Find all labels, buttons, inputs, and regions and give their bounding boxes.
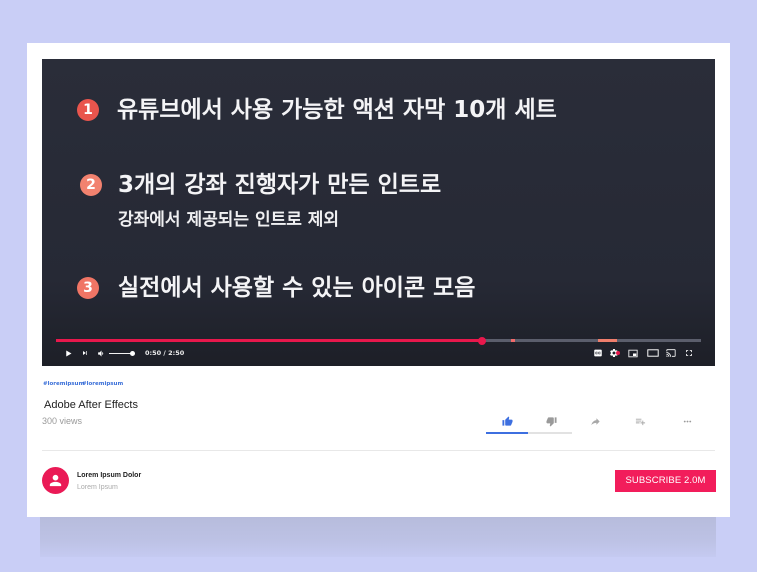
- progress-marker: [597, 339, 617, 342]
- card-shadow: [40, 517, 716, 557]
- cast-icon[interactable]: [666, 348, 676, 358]
- feature-text-2: 3개의 강좌 진행자가 만든 인트로: [118, 172, 442, 198]
- thumbs-up-icon[interactable]: [501, 415, 513, 427]
- progress-scrubber-handle[interactable]: [477, 336, 486, 345]
- hd-badge: [616, 351, 620, 355]
- hashtag-link[interactable]: #loremipsum: [43, 381, 84, 388]
- next-icon[interactable]: [81, 349, 89, 357]
- share-icon[interactable]: [590, 416, 601, 427]
- like-ratio-fill: [486, 432, 529, 434]
- person-icon: [49, 474, 62, 487]
- more-icon[interactable]: [682, 416, 693, 427]
- channel-name[interactable]: Lorem Ipsum Dolor: [77, 471, 141, 480]
- progress-bar-played: [56, 339, 482, 342]
- subscribe-button[interactable]: SUBSCRIBE 2.0M: [615, 470, 716, 492]
- volume-slider-handle[interactable]: [130, 350, 136, 356]
- like-ratio-bar: [486, 432, 572, 434]
- captions-icon[interactable]: [593, 348, 603, 358]
- playlist-add-icon[interactable]: [635, 416, 646, 427]
- progress-marker: [510, 339, 515, 342]
- progress-bar[interactable]: [56, 336, 701, 345]
- video-title: Adobe After Effects: [44, 399, 138, 411]
- feature-number-badge-2: 2: [80, 174, 102, 196]
- feature-number-badge-1: 1: [77, 99, 99, 121]
- volume-slider[interactable]: [109, 350, 136, 356]
- play-icon[interactable]: [64, 349, 73, 358]
- volume-icon[interactable]: [97, 349, 106, 358]
- volume-slider-level: [109, 352, 133, 354]
- feature-text-3: 실전에서 사용할 수 있는 아이콘 모음: [118, 275, 476, 301]
- thumbs-down-icon[interactable]: [545, 416, 557, 427]
- channel-subtitle: Lorem Ipsum: [77, 484, 118, 491]
- view-count: 300 views: [42, 416, 83, 426]
- time-display: 0:50 / 2:50: [145, 349, 185, 357]
- feature-number-badge-3: 3: [77, 277, 99, 299]
- video-player[interactable]: 1 유튜브에서 사용 가능한 액션 자막 10개 세트 2 3개의 강좌 진행자…: [42, 59, 715, 366]
- fullscreen-icon[interactable]: [684, 348, 694, 358]
- miniplayer-icon[interactable]: [628, 349, 638, 358]
- hashtag-link[interactable]: #loremipsum: [82, 381, 123, 388]
- channel-avatar[interactable]: [42, 467, 69, 494]
- theater-mode-icon[interactable]: [647, 349, 659, 357]
- divider: [42, 450, 715, 451]
- video-card: 1 유튜브에서 사용 가능한 액션 자막 10개 세트 2 3개의 강좌 진행자…: [27, 43, 730, 517]
- feature-subtext-2: 강좌에서 제공되는 인트로 제외: [118, 210, 340, 230]
- feature-text-1: 유튜브에서 사용 가능한 액션 자막 10개 세트: [117, 97, 557, 123]
